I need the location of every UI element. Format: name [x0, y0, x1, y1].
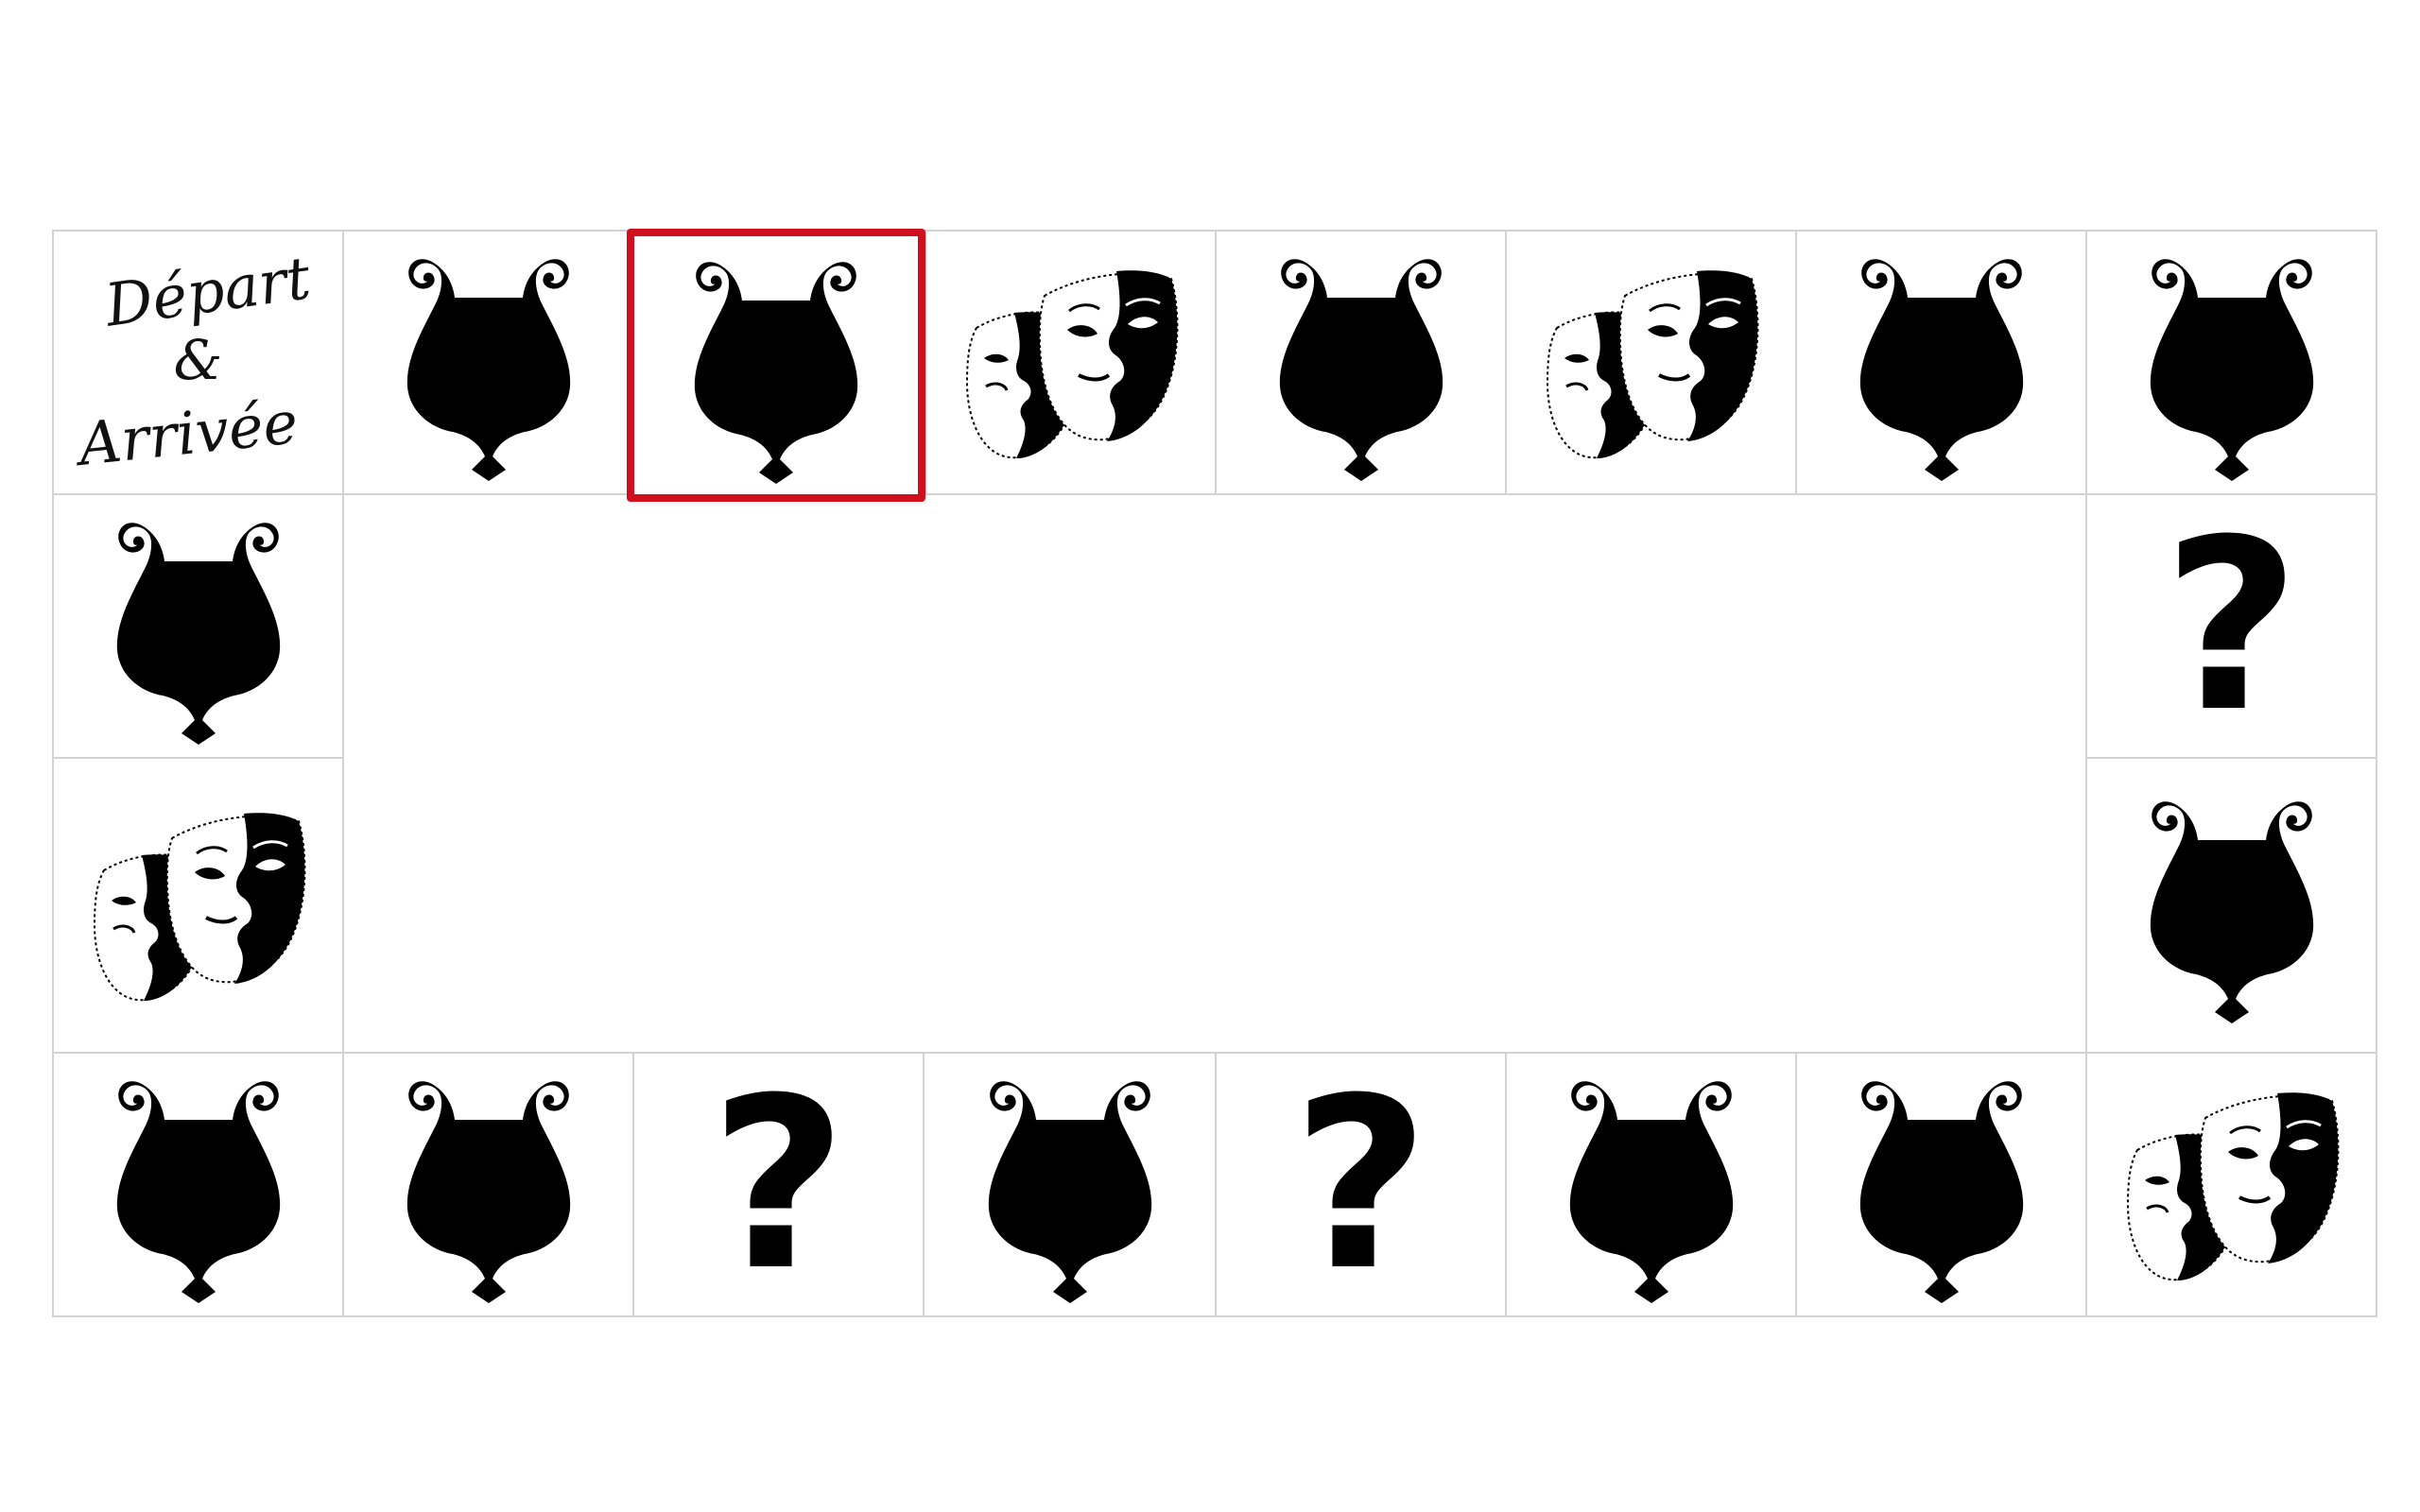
- board-cell-lyre[interactable]: [1795, 230, 2087, 495]
- board-cell-question[interactable]: ?: [632, 1052, 925, 1317]
- question-mark-icon: ?: [709, 1046, 848, 1322]
- theater-masks-icon: [2126, 1091, 2339, 1280]
- lyre-icon: [1859, 1080, 2023, 1303]
- board-cell-question[interactable]: ?: [2085, 493, 2377, 759]
- lyre-icon: [2150, 801, 2313, 1023]
- lyre-icon: [406, 1080, 570, 1303]
- board-cell-masks[interactable]: [925, 230, 1217, 495]
- board-cell-lyre[interactable]: [342, 230, 634, 495]
- board-cell-lyre[interactable]: [1505, 1052, 1797, 1317]
- start-label-depart: Départ: [100, 243, 315, 340]
- theater-masks-icon: [965, 269, 1178, 458]
- board-cell-lyre[interactable]: [52, 1052, 344, 1317]
- lyre-icon: [406, 258, 570, 481]
- board-cell-lyre-selected[interactable]: [627, 229, 925, 502]
- board-cell-question[interactable]: ?: [1215, 1052, 1507, 1317]
- question-mark-icon: ?: [1291, 1046, 1430, 1322]
- board-cell-lyre[interactable]: [1795, 1052, 2087, 1317]
- start-label-arrivee: Arrivée: [76, 387, 302, 479]
- board-cell-masks[interactable]: [2085, 1052, 2377, 1317]
- start-label: Départ & Arrivée: [76, 243, 317, 479]
- theater-masks-icon: [1546, 269, 1758, 458]
- lyre-icon: [116, 522, 280, 745]
- lyre-icon: [116, 1080, 280, 1303]
- lyre-icon: [988, 1080, 1151, 1303]
- question-mark-icon: ?: [2162, 488, 2301, 764]
- lyre-icon: [694, 261, 858, 484]
- theater-masks-icon: [93, 813, 305, 1002]
- board-cell-lyre[interactable]: [52, 493, 344, 759]
- lyre-icon: [1859, 258, 2023, 481]
- lyre-icon: [1279, 258, 1443, 481]
- board-cell-lyre[interactable]: [1215, 230, 1507, 495]
- board-cell-masks[interactable]: [52, 757, 344, 1054]
- lyre-icon: [1569, 1080, 1733, 1303]
- board-cell-lyre[interactable]: [923, 1052, 1217, 1317]
- lyre-icon: [2150, 258, 2313, 481]
- start-label-ampersand: &: [173, 328, 223, 393]
- game-board: Départ & Arrivée ? ? ?: [0, 0, 2420, 1512]
- board-cell-lyre[interactable]: [2085, 230, 2377, 495]
- board-cell-lyre[interactable]: [342, 1052, 634, 1317]
- board-cell-lyre[interactable]: [2085, 757, 2377, 1054]
- start-cell[interactable]: Départ & Arrivée: [52, 230, 344, 495]
- board-cell-masks[interactable]: [1505, 230, 1797, 495]
